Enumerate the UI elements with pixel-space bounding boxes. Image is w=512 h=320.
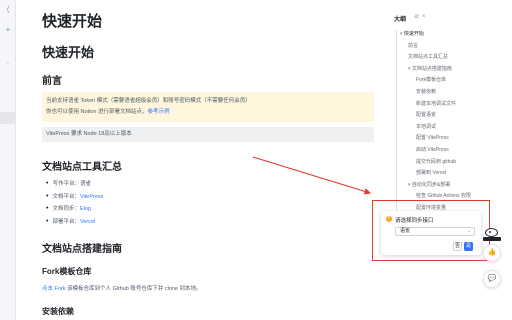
confirm-button[interactable]: 是 — [464, 242, 473, 251]
close-icon: × — [422, 14, 429, 20]
outline-item[interactable]: 提交代码到 github — [416, 158, 456, 165]
thumb-icon[interactable]: 👍 — [483, 244, 501, 262]
heading-quick-start: 快速开始 — [42, 45, 95, 60]
list-item: 部署平台：Vercel — [46, 216, 103, 229]
outline-item[interactable]: 检查 Github Actions 权限 — [416, 192, 471, 199]
document-body: 快速开始 快速开始 前言 当前支持语雀 Token 模式（需要语雀超级会员）和账… — [40, 0, 376, 320]
outline-title: 大纲 — [394, 17, 407, 23]
heading-fork: Fork模板仓库 — [42, 267, 92, 276]
example-link[interactable]: 参考示例 — [147, 109, 169, 115]
cancel-button[interactable]: 否 — [453, 242, 462, 251]
fork-link[interactable]: 点击 Fork — [42, 286, 66, 292]
assistant-bird-icon[interactable] — [482, 226, 502, 242]
list-item: 写作平台：语雀 — [46, 178, 103, 191]
chevron-down-icon: ⌄ — [466, 228, 471, 234]
outline-item[interactable]: 本地调试 — [416, 123, 436, 130]
left-rail: ⟨ + · — [0, 0, 16, 320]
heading-tools: 文档站点工具汇总 — [42, 162, 122, 173]
outline-item[interactable]: 前言 — [408, 42, 418, 49]
outline-item[interactable]: 文档站点工具汇总 — [408, 53, 448, 60]
outline-item[interactable]: Fork模板仓库 — [416, 76, 446, 83]
outline-item[interactable]: 配置 VitePress — [416, 134, 449, 141]
selected-doc-marker[interactable] — [0, 112, 16, 124]
fork-paragraph: 点击 Fork 该模板仓库到个人 Github 账号仓库下并 clone 到本地… — [42, 286, 202, 292]
collapse-icon[interactable]: ⟨ — [4, 6, 12, 14]
menu-dot-icon[interactable]: · — [4, 60, 12, 68]
popover-title: 请选择同步接口 — [395, 218, 434, 224]
outline-item[interactable]: 部署到 Vercel — [416, 169, 446, 176]
heading-install: 安装依赖 — [42, 307, 74, 316]
callout-line-2: 你也可以使用 Notion 进行部署文档站点，参考示例 — [46, 109, 170, 115]
link-icon: ⊘ — [414, 14, 423, 20]
outline-item[interactable]: 自动化同步&部署 — [408, 181, 450, 188]
list-item: 文档平台：VitePress — [46, 191, 103, 204]
sync-interface-select[interactable]: 语雀 ⌄ — [395, 227, 475, 236]
outline-item[interactable]: 安装依赖 — [416, 88, 436, 95]
heading-build-guide: 文档站点搭建指南 — [42, 244, 122, 255]
node-version-note: VitePress 要求 Node 18及以上版本 — [42, 127, 374, 142]
outline-item[interactable]: 启动 VitePress — [416, 146, 449, 153]
warning-callout: 当前支持语雀 Token 模式（需要语雀超级会员）和账号密码模式（不需要任何会员… — [42, 92, 374, 122]
outline-item[interactable]: 文档站点搭建指南 — [408, 65, 452, 72]
add-icon[interactable]: + — [4, 26, 12, 34]
outline-item[interactable]: 快速开始 — [400, 30, 424, 37]
elog-link[interactable]: Elog — [80, 206, 91, 212]
callout-line-1: 当前支持语雀 Token 模式（需要语雀超级会员）和账号密码模式（不需要任何会员… — [46, 98, 251, 104]
heading-preface: 前言 — [42, 76, 62, 87]
list-item: 文档同步：Elog — [46, 203, 103, 216]
tools-list: 写作平台：语雀 文档平台：VitePress 文档同步：Elog 部署平台：Ve… — [46, 178, 103, 228]
outline-item[interactable]: 配置语雀 — [416, 111, 436, 118]
vitepress-link[interactable]: VitePress — [80, 194, 103, 200]
outline-tools[interactable]: ⊘× — [414, 13, 429, 20]
vercel-link[interactable]: Vercel — [80, 219, 95, 225]
sync-popover: ! 请选择同步接口 语雀 ⌄ 否 是 — [381, 211, 481, 255]
comment-icon[interactable]: 💬 — [483, 270, 501, 288]
page-title: 快速开始 — [42, 13, 103, 30]
warning-icon: ! — [386, 216, 392, 222]
outline-item[interactable]: 新建本地调试文件 — [416, 100, 456, 107]
